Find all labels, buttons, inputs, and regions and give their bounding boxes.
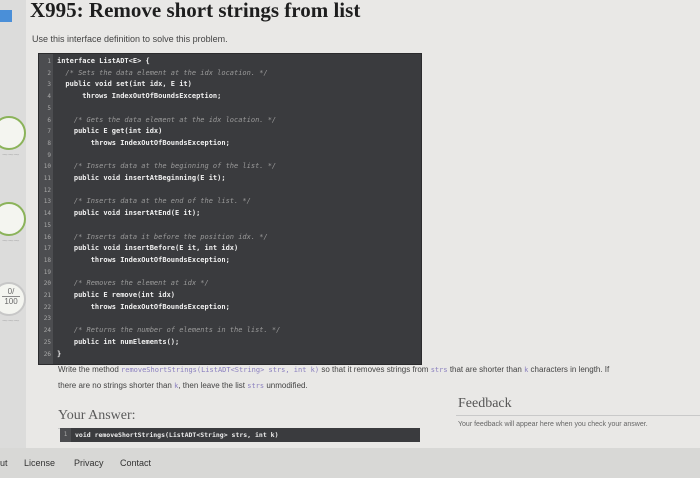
- line-number: 14: [43, 210, 51, 218]
- code-line: /* Removes the element at idx */: [57, 279, 209, 288]
- desc-text: Write the method: [58, 365, 119, 374]
- code-line: /* Gets the data element at the idx loca…: [57, 115, 277, 124]
- code-line: /* Inserts data it before the position i…: [57, 232, 268, 241]
- code-line: public void insertBefore(E it, int idx): [57, 244, 239, 253]
- feedback-text: Your feedback will appear here when you …: [458, 421, 648, 428]
- line-number: 24: [43, 327, 51, 335]
- your-answer-label: Your Answer:: [58, 408, 136, 423]
- desc-text: so that it removes strings from: [321, 365, 429, 374]
- desc-text: that are shorter than: [449, 365, 522, 374]
- line-number: 7: [47, 128, 51, 136]
- line-number: 2: [47, 69, 51, 77]
- squiggle-icon: ~~~: [2, 316, 20, 327]
- desc-text: unmodified.: [266, 381, 308, 390]
- code-line: /* Returns the number of elements in the…: [57, 326, 281, 335]
- code-line: throws IndexOutOfBoundsException;: [57, 302, 230, 311]
- line-number: 18: [43, 256, 51, 264]
- code-line: /* Sets the data element at the idx loca…: [57, 68, 268, 77]
- line-number: 10: [43, 163, 51, 171]
- feedback-divider: [456, 415, 700, 416]
- code-line: public void insertAtEnd(E it);: [57, 209, 201, 218]
- squiggle-icon: ~~~: [2, 236, 20, 247]
- page-title: X995: Remove short strings from list: [30, 0, 361, 22]
- left-rail: ~~~ ~~~ 0/ 100 ~~~: [0, 0, 26, 478]
- strs-code: strs: [247, 382, 265, 390]
- code-line: public void set(int idx, E it): [57, 80, 192, 89]
- line-number: 6: [47, 116, 51, 124]
- code-line: public E get(int idx): [57, 127, 163, 136]
- line-number: 26: [43, 350, 51, 358]
- score-denominator: 100: [4, 297, 18, 306]
- line-number: 9: [47, 151, 51, 159]
- score-badge: 0/ 100: [0, 287, 26, 306]
- answer-line-number: 1: [60, 428, 71, 442]
- line-number-gutter: 1 2 3 4 5 6 7 8 9 10 11 12 13 14 15 16 17 18 19 20 21 22 23 24 2…: [39, 54, 53, 364]
- line-number: 17: [43, 245, 51, 253]
- progress-badge-2[interactable]: [0, 202, 26, 236]
- code-line: public int numElements();: [57, 337, 180, 346]
- line-number: 19: [43, 268, 51, 276]
- footer: ut License Privacy Contact: [0, 448, 700, 478]
- line-number: 20: [43, 280, 51, 288]
- code-lines: interface ListADT<E> { /* Sets the data …: [53, 54, 421, 364]
- code-line: /* Inserts data at the end of the list. …: [57, 197, 251, 206]
- page: ~~~ ~~~ 0/ 100 ~~~ X995: Remove short st…: [0, 0, 700, 478]
- code-line: throws IndexOutOfBoundsException;: [57, 138, 230, 147]
- method-signature-code: removeShortStrings(ListADT<String> strs,…: [121, 366, 320, 374]
- desc-text: there are no strings shorter than: [58, 381, 172, 390]
- line-number: 12: [43, 186, 51, 194]
- desc-text: , then leave the list: [178, 381, 246, 390]
- desc-text: characters in length. If: [530, 365, 610, 374]
- k-code: k: [524, 366, 529, 374]
- code-line: throws IndexOutOfBoundsException;: [57, 92, 222, 101]
- rail-mark: [0, 10, 12, 22]
- privacy-link[interactable]: Privacy: [74, 458, 104, 468]
- code-line: /* Inserts data at the beginning of the …: [57, 162, 277, 171]
- line-number: 22: [43, 303, 51, 311]
- license-link[interactable]: License: [24, 458, 55, 468]
- line-number: 25: [43, 338, 51, 346]
- line-number: 21: [43, 292, 51, 299]
- score-numerator: 0/: [7, 287, 15, 296]
- code-line: interface ListADT<E> {: [57, 57, 150, 65]
- line-number: 15: [43, 221, 51, 229]
- problem-description: Write the method removeShortStrings(List…: [58, 362, 698, 394]
- line-number: 5: [47, 104, 51, 112]
- answer-code-editor[interactable]: 1 void removeShortStrings(ListADT<String…: [60, 428, 420, 442]
- footer-partial-link[interactable]: ut: [0, 458, 8, 468]
- line-number: 1: [47, 58, 51, 65]
- feedback-title: Feedback: [458, 396, 512, 411]
- line-number: 4: [47, 93, 51, 101]
- code-line: throws IndexOutOfBoundsException;: [57, 255, 230, 264]
- squiggle-icon: ~~~: [2, 150, 20, 161]
- strs-code: strs: [430, 366, 448, 374]
- line-number: 16: [43, 233, 51, 241]
- interface-code-editor[interactable]: 1 2 3 4 5 6 7 8 9 10 11 12 13 14 15 16 17 18 19 20 21 22 23 24 2…: [38, 53, 422, 365]
- page-subtitle: Use this interface definition to solve t…: [32, 34, 228, 44]
- contact-link[interactable]: Contact: [120, 458, 151, 468]
- progress-badge-1[interactable]: [0, 116, 26, 150]
- line-number: 13: [43, 198, 51, 206]
- line-number: 8: [47, 139, 51, 147]
- answer-code-line[interactable]: void removeShortStrings(ListADT<String> …: [75, 428, 279, 442]
- line-number: 3: [47, 81, 51, 89]
- code-line: }: [57, 349, 62, 358]
- code-line: public void insertAtBeginning(E it);: [57, 174, 226, 182]
- line-number: 11: [43, 175, 51, 182]
- line-number: 23: [43, 315, 51, 323]
- code-line: public E remove(int idx): [57, 291, 176, 299]
